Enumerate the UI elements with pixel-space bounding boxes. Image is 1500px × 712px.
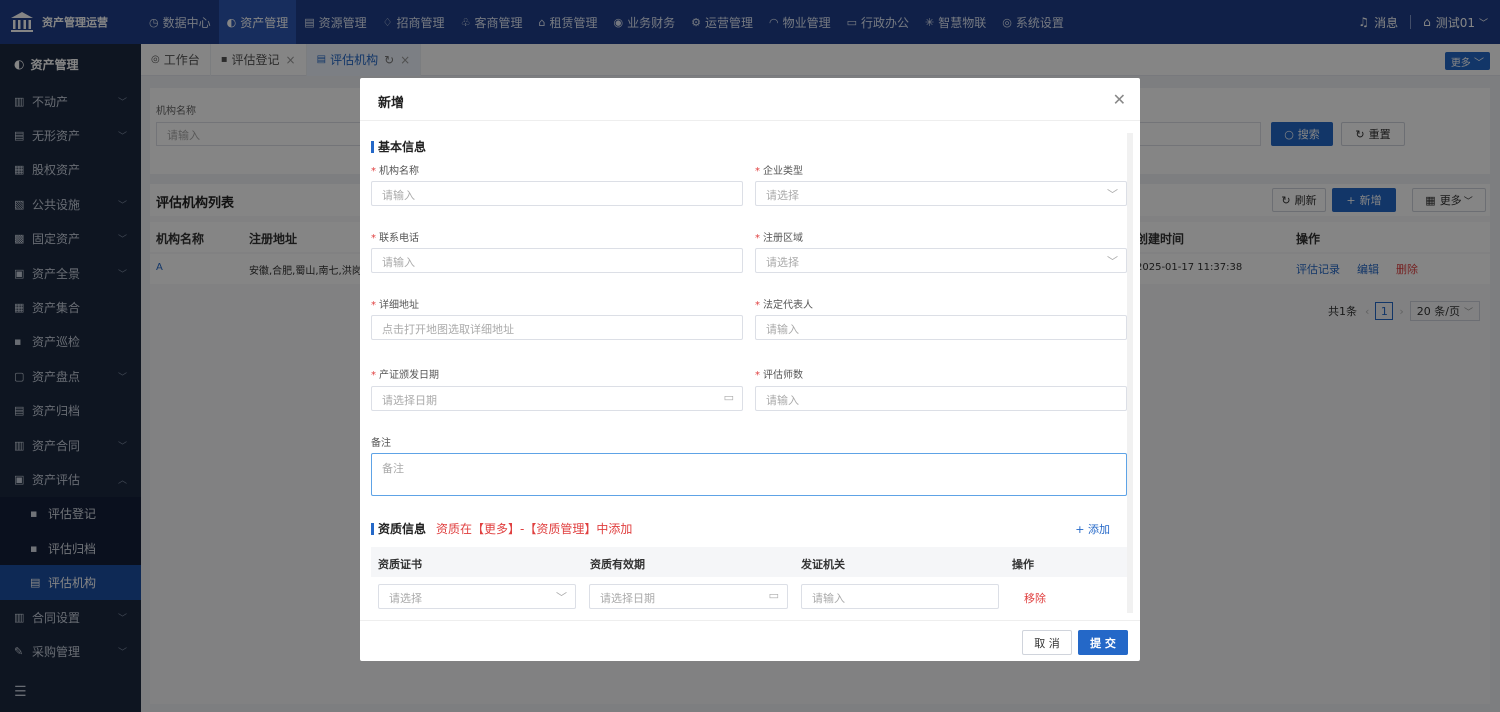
region-label-text: 注册区域 [763, 233, 803, 244]
required-mark: * [755, 166, 760, 177]
placeholder: 请输入 [766, 394, 799, 407]
company-type-label-text: 企业类型 [763, 166, 803, 177]
appraiser-count-input[interactable]: 请输入 [755, 386, 1127, 411]
cert-select[interactable]: 请选择 ﹀ [378, 584, 576, 609]
add-dialog: 新增 ✕ 基本信息 * 机构名称 请输入 * 企业类型 请选择 ﹀ * 联系电话 请输入… [360, 78, 1140, 661]
placeholder: 请输入 [766, 323, 799, 336]
company-type-select[interactable]: 请选择 ﹀ [755, 181, 1127, 206]
calendar-icon: ▭ [723, 391, 734, 404]
cert-date-label: * 产证颁发日期 [371, 366, 439, 381]
close-icon[interactable]: ✕ [1113, 90, 1126, 109]
phone-label-text: 联系电话 [379, 233, 419, 244]
region-select[interactable]: 请选择 ﹀ [755, 248, 1127, 273]
placeholder: 请选择 [766, 256, 799, 269]
region-label: * 注册区域 [755, 229, 803, 244]
remark-textarea[interactable]: 备注 [371, 453, 1127, 496]
required-mark: * [371, 370, 376, 381]
placeholder: 请输入 [382, 256, 415, 269]
placeholder: 请输入 [382, 189, 415, 202]
legal-rep-input[interactable]: 请输入 [755, 315, 1127, 340]
validity-date-picker[interactable]: 请选择日期 ▭ [589, 584, 788, 609]
basic-info-section: 基本信息 [371, 138, 426, 155]
qual-note: 资质在【更多】-【资质管理】中添加 [436, 522, 633, 536]
org-name-input[interactable]: 请输入 [371, 181, 743, 206]
address-input[interactable]: 点击打开地图选取详细地址 [371, 315, 743, 340]
legal-rep-label: * 法定代表人 [755, 296, 813, 311]
chevron-down-icon: ﹀ [1107, 255, 1118, 268]
chevron-down-icon: ﹀ [556, 591, 567, 604]
placeholder: 点击打开地图选取详细地址 [382, 323, 514, 336]
placeholder: 请选择日期 [600, 592, 655, 605]
basic-section-title: 基本信息 [378, 140, 427, 154]
dialog-scrollbar[interactable] [1127, 133, 1133, 613]
cert-date-label-text: 产证颁发日期 [379, 370, 439, 381]
required-mark: * [755, 300, 760, 311]
appraiser-count-label: * 评估师数 [755, 366, 803, 381]
address-label: * 详细地址 [371, 296, 419, 311]
dialog-footer: 取 消 提 交 [360, 620, 1140, 661]
required-mark: * [755, 370, 760, 381]
phone-input[interactable]: 请输入 [371, 248, 743, 273]
cert-date-picker[interactable]: 请选择日期 ▭ [371, 386, 743, 411]
appraiser-count-label-text: 评估师数 [763, 370, 803, 381]
placeholder: 请选择 [766, 189, 799, 202]
address-label-text: 详细地址 [379, 300, 419, 311]
phone-label: * 联系电话 [371, 229, 419, 244]
org-name-label-text: 机构名称 [379, 166, 419, 177]
qual-row: 请选择 ﹀ 请选择日期 ▭ 请输入 移除 [371, 581, 1127, 609]
col-ops: 操作 [1012, 558, 1034, 571]
required-mark: * [371, 233, 376, 244]
org-name-label: * 机构名称 [371, 162, 419, 177]
col-issuer: 发证机关 [801, 558, 845, 571]
qualification-section: 资质信息 资质在【更多】-【资质管理】中添加 [371, 520, 632, 537]
qual-section-title: 资质信息 [378, 522, 427, 536]
divider [360, 120, 1140, 121]
add-qualification-link[interactable]: + 添加 [1075, 521, 1110, 537]
remark-label: 备注 [371, 438, 391, 449]
calendar-icon: ▭ [768, 589, 779, 602]
required-mark: * [755, 233, 760, 244]
required-mark: * [371, 300, 376, 311]
chevron-down-icon: ﹀ [1107, 188, 1118, 201]
placeholder: 请选择日期 [382, 394, 437, 407]
section-bar [371, 522, 374, 535]
dialog-title: 新增 [378, 96, 405, 111]
remove-link[interactable]: 移除 [1024, 590, 1046, 606]
qual-table-header: 资质证书 资质有效期 发证机关 操作 [371, 547, 1127, 577]
issuer-input[interactable]: 请输入 [801, 584, 999, 609]
section-bar [371, 140, 374, 153]
cancel-button[interactable]: 取 消 [1022, 630, 1072, 655]
company-type-label: * 企业类型 [755, 162, 803, 177]
col-cert: 资质证书 [378, 558, 422, 571]
submit-button[interactable]: 提 交 [1078, 630, 1128, 655]
legal-rep-label-text: 法定代表人 [763, 300, 813, 311]
col-validity: 资质有效期 [590, 558, 645, 571]
placeholder: 请输入 [812, 592, 845, 605]
placeholder: 备注 [382, 462, 404, 475]
required-mark: * [371, 166, 376, 177]
placeholder: 请选择 [389, 592, 422, 605]
